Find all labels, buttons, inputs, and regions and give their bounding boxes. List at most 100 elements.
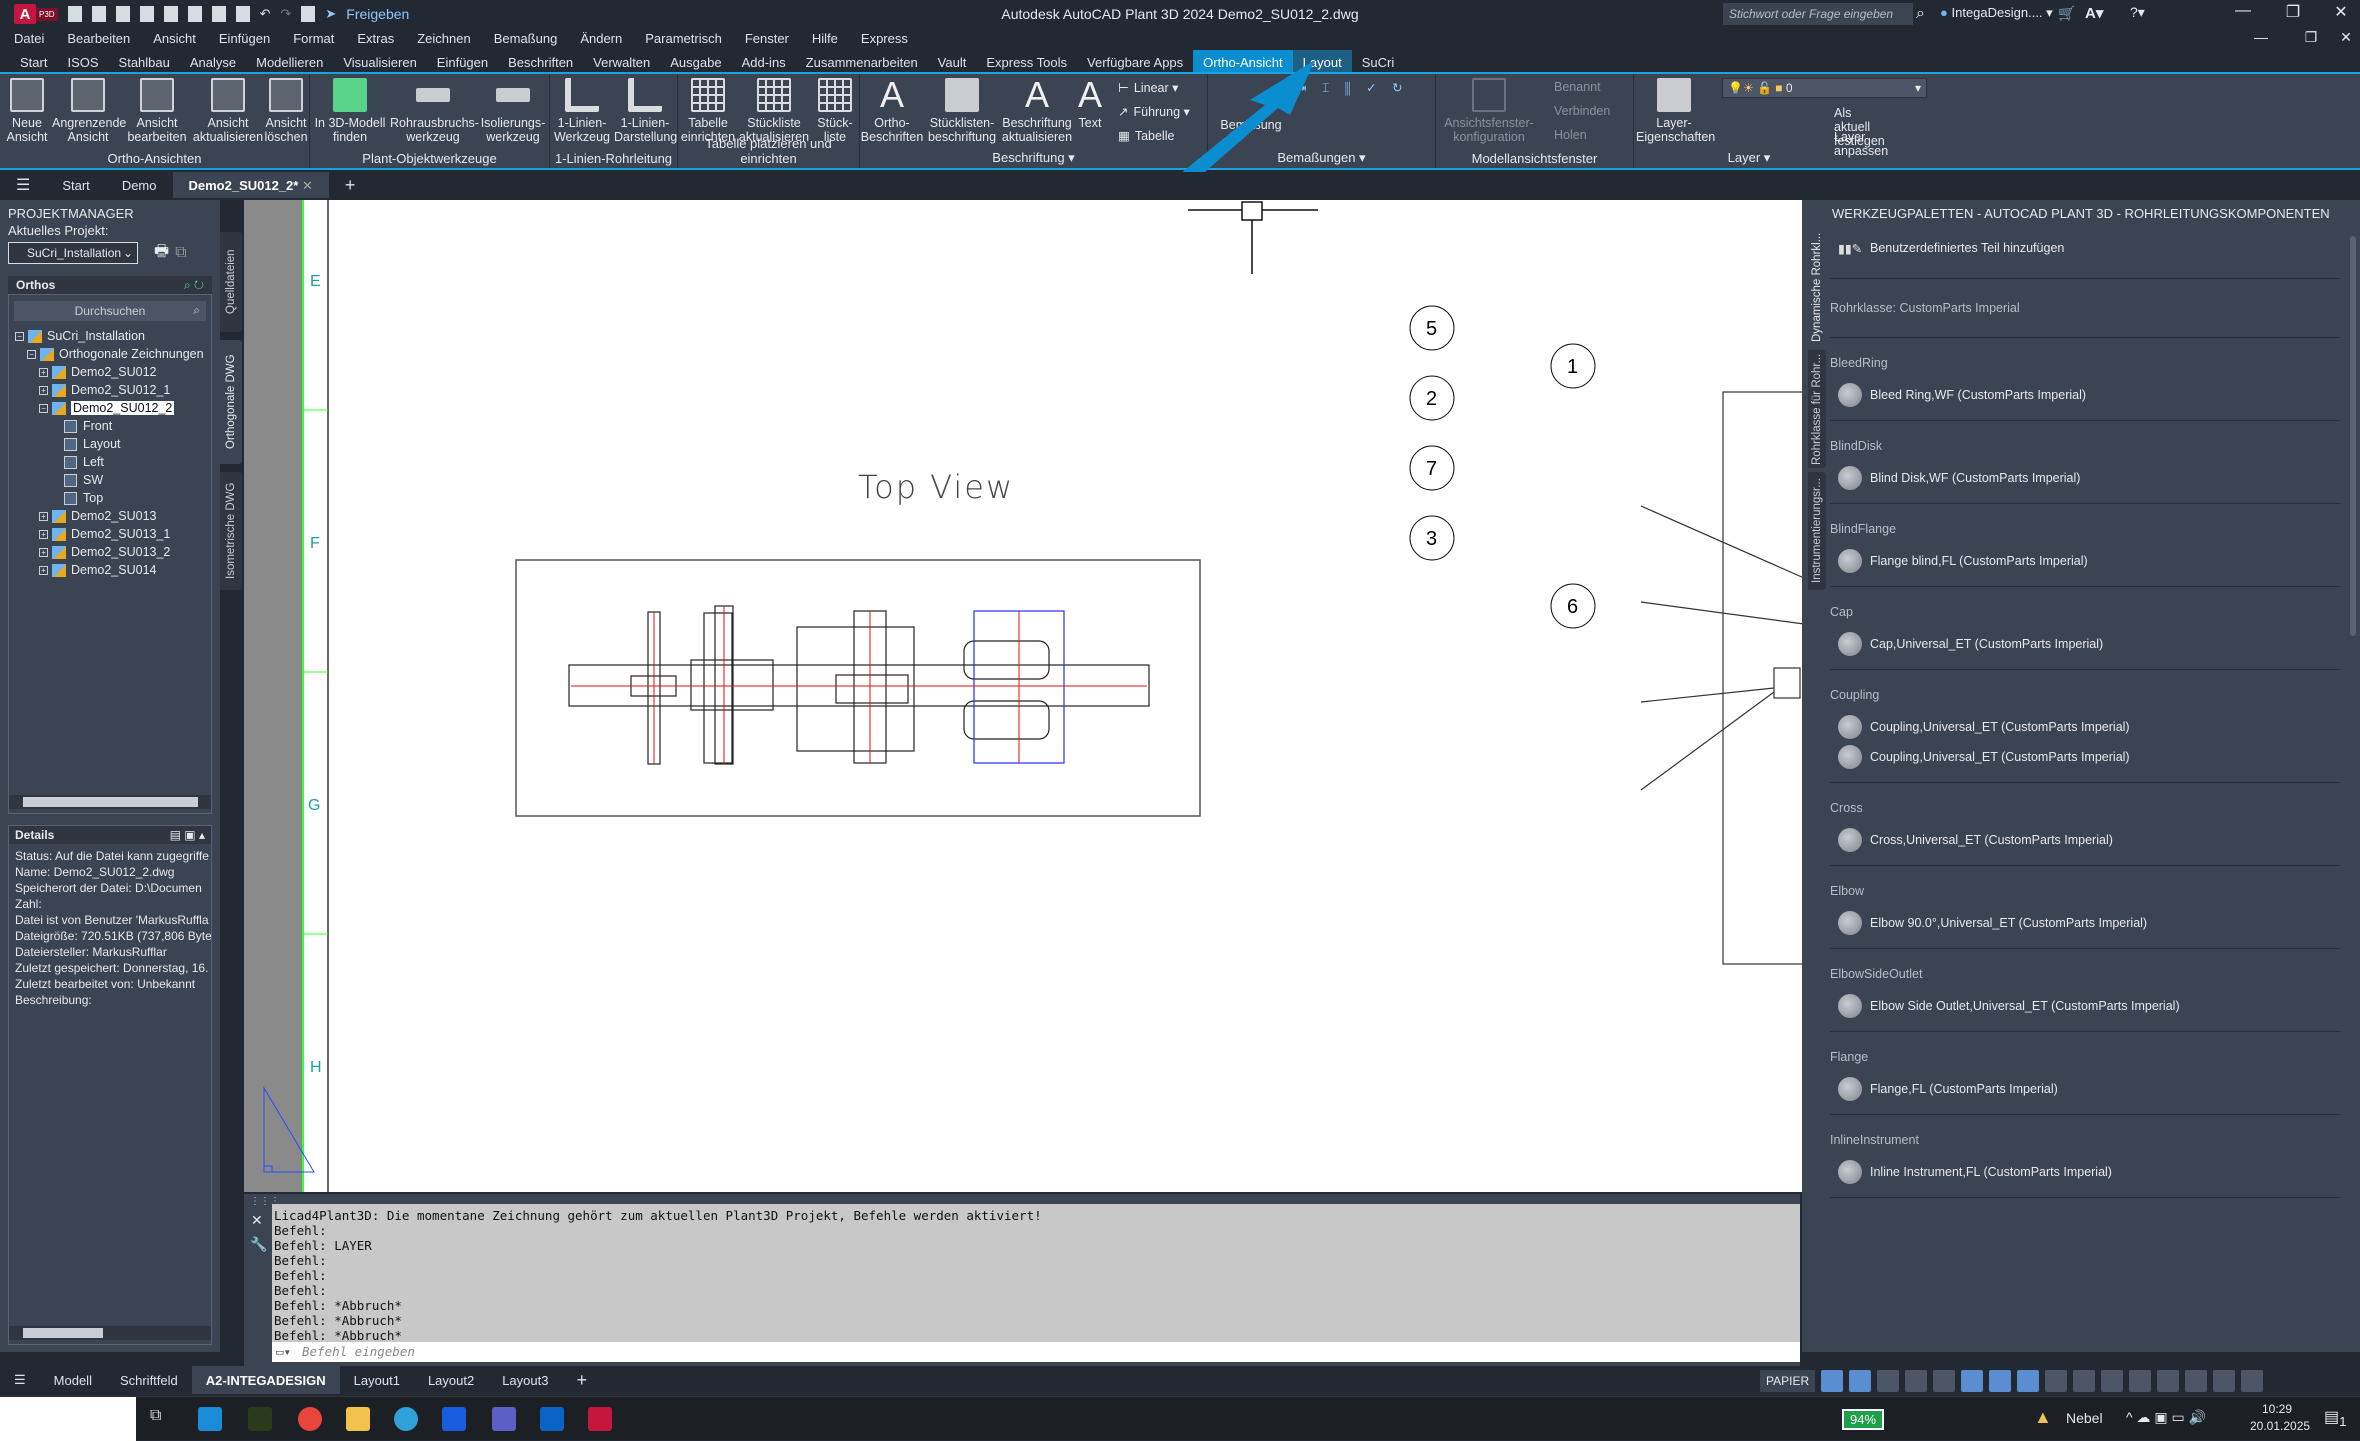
menu-0[interactable]: Datei (14, 28, 55, 50)
m-app-icon[interactable] (442, 1407, 466, 1431)
quick-props-icon[interactable] (2045, 1370, 2068, 1392)
taskbar-search[interactable] (0, 1397, 136, 1441)
close-tab-icon[interactable]: ✕ (302, 178, 313, 193)
lineweight-icon[interactable] (1989, 1370, 2012, 1392)
tree-line-icon[interactable] (51, 494, 60, 503)
share-button[interactable]: Freigeben (346, 6, 409, 22)
update-view-button[interactable]: Ansicht aktualisieren (190, 78, 266, 144)
ribbon-tab-verwalten[interactable]: Verwalten (583, 50, 660, 72)
palette-tab-instrument[interactable]: Instrumentierungsr... (1808, 472, 1826, 590)
publish-icon[interactable] (211, 6, 226, 22)
ortho-icon[interactable] (1849, 1370, 1872, 1392)
plus-icon[interactable] (2157, 1370, 2180, 1392)
ribbon-tab-ausgabe[interactable]: Ausgabe (660, 50, 731, 72)
menu-3[interactable]: Einfügen (219, 28, 281, 50)
details-icons[interactable]: ▤ ▣ ▴ (170, 828, 205, 842)
palette-item[interactable]: Cap,Universal_ET (CustomParts Imperial) (1830, 629, 2340, 659)
tree-item[interactable]: − SuCri_Installation (9, 327, 211, 345)
layer-properties-button[interactable]: Layer- Eigenschaften (1636, 78, 1715, 144)
palette-tab-spec[interactable]: Rohrklasse für Rohr... (1808, 350, 1826, 468)
angle-icon[interactable] (1933, 1370, 1956, 1392)
layer-dropdown[interactable]: 💡☀ 🔓 ■ 0 ▾ (1722, 78, 1927, 98)
annotation-visibility-icon[interactable] (2101, 1370, 2124, 1392)
ribbon-tab-modellieren[interactable]: Modellieren (246, 50, 333, 72)
print-icon[interactable] (235, 6, 250, 22)
palette-item[interactable]: Flange,FL (CustomParts Imperial) (1830, 1074, 2340, 1104)
new-view-button[interactable]: Neue Ansicht (4, 78, 50, 144)
ribbon-tab-visualisieren[interactable]: Visualisieren (333, 50, 426, 72)
layout-tab-a2-integadesign[interactable]: A2-INTEGADESIGN (191, 1366, 340, 1394)
tree-line-icon[interactable] (51, 458, 60, 467)
named-viewport-button[interactable]: Benannt (1554, 80, 1601, 94)
menu-1[interactable]: Bearbeiten (67, 28, 141, 50)
app-icon-2[interactable] (248, 1407, 272, 1431)
add-custom-part-button[interactable]: ▮▮✎ Benutzerdefiniertes Teil hinzufügen (1830, 228, 2340, 268)
table-setup-button[interactable]: Tabelle einrichten (680, 78, 736, 144)
tree-item[interactable]: SW (9, 471, 211, 489)
menu-4[interactable]: Format (293, 28, 345, 50)
polar-icon[interactable] (1877, 1370, 1900, 1392)
table-button[interactable]: ▦ Tabelle (1118, 128, 1174, 144)
join-viewport-button[interactable]: Verbinden (1554, 104, 1610, 118)
explorer-icon[interactable] (346, 1407, 370, 1431)
expand-toggle-icon[interactable]: + (39, 529, 48, 539)
find-in-3d-button[interactable]: In 3D-Modell finden (312, 78, 388, 144)
restore-button[interactable]: ❐ (2278, 2, 2308, 22)
layout-menu-icon[interactable]: ☰ (0, 1372, 40, 1388)
print-icon[interactable]: 🖶 (154, 240, 169, 267)
autocad-plant-icon[interactable] (588, 1407, 612, 1431)
edit-view-button[interactable]: Ansicht bearbeiten (126, 78, 188, 144)
tree-item[interactable]: − Demo2_SU012_2 (9, 399, 211, 417)
layout-tab-layout2[interactable]: Layout2 (414, 1373, 488, 1388)
bom-annotation-button[interactable]: Stücklisten- beschriftung (926, 78, 998, 144)
project-select[interactable]: SuCri_Installation ⌄ (8, 242, 138, 264)
redo-icon[interactable]: ↷ (280, 6, 291, 22)
close-button[interactable]: ✕ (2326, 2, 2356, 22)
palette-scrollbar[interactable] (2350, 236, 2356, 636)
ortho-annotate-button[interactable]: A Ortho- Beschriften (860, 77, 924, 145)
palette-item[interactable]: Bleed Ring,WF (CustomParts Imperial) (1830, 380, 2340, 410)
oneline-display-button[interactable]: 1-Linien- Darstellung (614, 78, 677, 144)
weather-icon[interactable]: ▲ (2034, 1407, 2052, 1428)
command-input[interactable]: ▭▾ Befehl eingeben (272, 1342, 1800, 1362)
weather-label[interactable]: Nebel (2066, 1410, 2103, 1426)
tree-search-input[interactable]: Durchsuchen ⌕ (14, 301, 206, 321)
pipe-break-button[interactable]: Rohrausbruchs- werkzeug (390, 78, 479, 144)
new-file-icon[interactable] (67, 6, 82, 22)
autodesk-app-icon[interactable]: A▾ (2085, 4, 2103, 22)
menu-6[interactable]: Zeichnen (417, 28, 481, 50)
expand-toggle-icon[interactable]: + (39, 511, 48, 521)
expand-toggle-icon[interactable]: − (15, 331, 24, 341)
expand-toggle-icon[interactable]: + (39, 565, 48, 575)
menu-8[interactable]: Ändern (580, 28, 633, 50)
menu-11[interactable]: Hilfe (812, 28, 849, 50)
tree-line-icon[interactable] (51, 422, 60, 431)
ribbon-tab-einf-gen[interactable]: Einfügen (427, 50, 498, 72)
doc-tab-demo[interactable]: Demo (106, 178, 173, 193)
expand-toggle-icon[interactable]: − (27, 349, 36, 359)
isolate-icon[interactable] (2185, 1370, 2208, 1392)
save-as-icon[interactable] (139, 6, 154, 22)
details-scrollbar[interactable] (9, 1326, 211, 1340)
expand-toggle-icon[interactable]: − (39, 403, 48, 413)
battery-indicator[interactable]: 94% (1842, 1409, 1885, 1430)
palette-item[interactable]: Elbow Side Outlet,Universal_ET (CustomPa… (1830, 991, 2340, 1021)
bom-button[interactable]: Stück- liste (812, 78, 858, 144)
tree-item[interactable]: Layout (9, 435, 211, 453)
menu-5[interactable]: Extras (357, 28, 405, 50)
ribbon-tab-zusammenarbeiten[interactable]: Zusammenarbeiten (796, 50, 928, 72)
palette-item[interactable]: Inline Instrument,FL (CustomParts Imperi… (1830, 1157, 2340, 1187)
insulation-button[interactable]: Isolierungs- werkzeug (478, 78, 548, 144)
refresh-icon[interactable]: ⌕ ↻ (184, 278, 204, 293)
menu-9[interactable]: Parametrisch (645, 28, 733, 50)
workspace-icon[interactable] (301, 6, 316, 22)
doc-tab-start[interactable]: Start (46, 178, 105, 193)
share-icon[interactable]: ➤ (325, 6, 336, 22)
add-layout-button[interactable]: + (562, 1370, 601, 1391)
ribbon-tab-beschriften[interactable]: Beschriften (498, 50, 583, 72)
selection-icon[interactable] (1961, 1370, 1984, 1392)
chrome-icon[interactable] (298, 1407, 322, 1431)
fullscreen-icon[interactable] (2213, 1370, 2236, 1392)
layout-tab-modell[interactable]: Modell (40, 1373, 106, 1388)
tree-line-icon[interactable] (51, 440, 60, 449)
